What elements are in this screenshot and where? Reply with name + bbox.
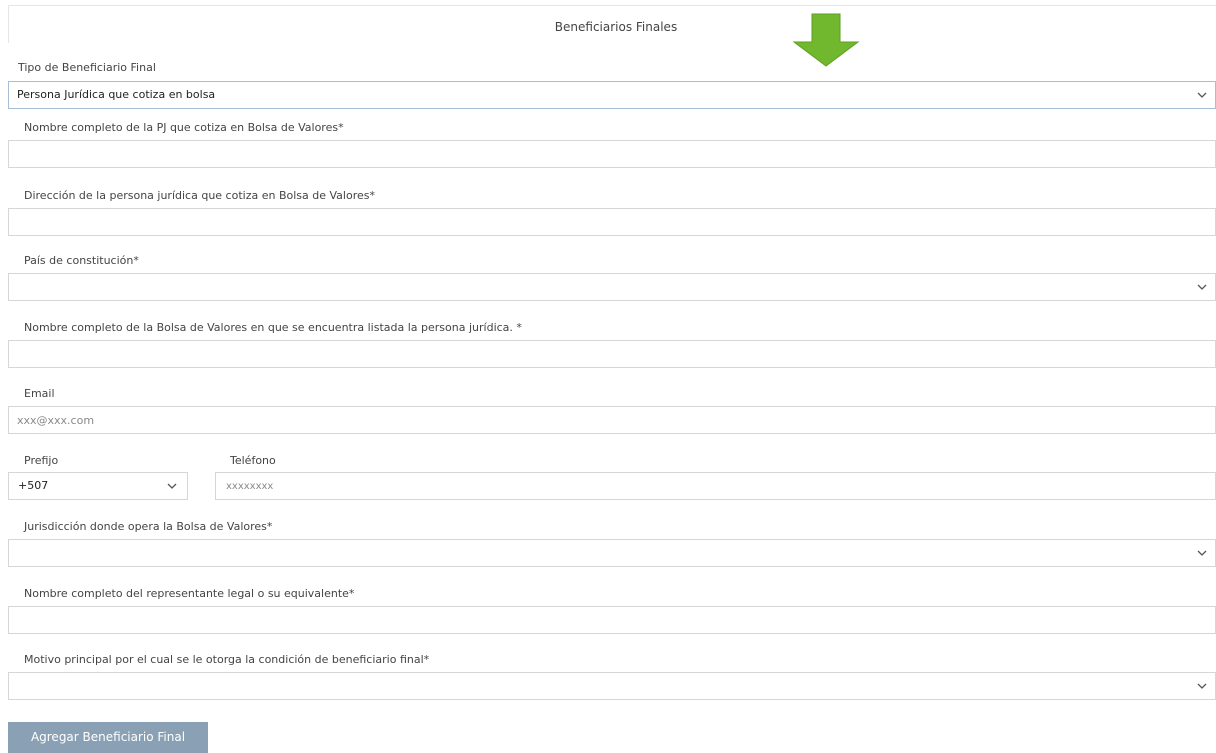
- beneficiarios-form-page: Beneficiarios Finales Tipo de Beneficiar…: [0, 0, 1216, 753]
- tipo-beneficiario-label: Tipo de Beneficiario Final: [18, 61, 156, 74]
- jurisdiccion-label: Jurisdicción donde opera la Bolsa de Val…: [24, 520, 273, 533]
- jurisdiccion-select[interactable]: [8, 539, 1216, 567]
- nombre-bolsa-label: Nombre completo de la Bolsa de Valores e…: [24, 321, 522, 334]
- motivo-label: Motivo principal por el cual se le otorg…: [24, 653, 430, 666]
- pais-constitucion-label: País de constitución*: [24, 254, 139, 267]
- pais-constitucion-select[interactable]: [8, 273, 1216, 301]
- nombre-bolsa-input[interactable]: [8, 340, 1216, 368]
- chevron-down-icon: [1197, 92, 1207, 98]
- telefono-label: Teléfono: [230, 454, 276, 467]
- telefono-input[interactable]: [215, 472, 1216, 500]
- section-title: Beneficiarios Finales: [554, 20, 678, 34]
- chevron-down-icon: [167, 483, 177, 489]
- email-input[interactable]: [8, 406, 1216, 434]
- motivo-select[interactable]: [8, 672, 1216, 700]
- representante-label: Nombre completo del representante legal …: [24, 587, 355, 600]
- prefijo-label: Prefijo: [24, 454, 59, 467]
- representante-input[interactable]: [8, 606, 1216, 634]
- nombre-pj-input[interactable]: [8, 140, 1216, 168]
- nombre-pj-label: Nombre completo de la PJ que cotiza en B…: [24, 121, 344, 134]
- chevron-down-icon: [1197, 683, 1207, 689]
- direccion-label: Dirección de la persona jurídica que cot…: [24, 189, 375, 202]
- prefijo-select[interactable]: +507: [8, 472, 188, 500]
- tipo-beneficiario-select[interactable]: Persona Jurídica que cotiza en bolsa: [8, 81, 1216, 109]
- chevron-down-icon: [1197, 284, 1207, 290]
- chevron-down-icon: [1197, 550, 1207, 556]
- arrow-down-icon: [792, 13, 860, 67]
- email-label: Email: [24, 387, 55, 400]
- agregar-beneficiario-button[interactable]: Agregar Beneficiario Final: [8, 722, 208, 753]
- prefijo-value: +507: [18, 479, 49, 492]
- direccion-input[interactable]: [8, 208, 1216, 236]
- tipo-beneficiario-value: Persona Jurídica que cotiza en bolsa: [17, 88, 216, 101]
